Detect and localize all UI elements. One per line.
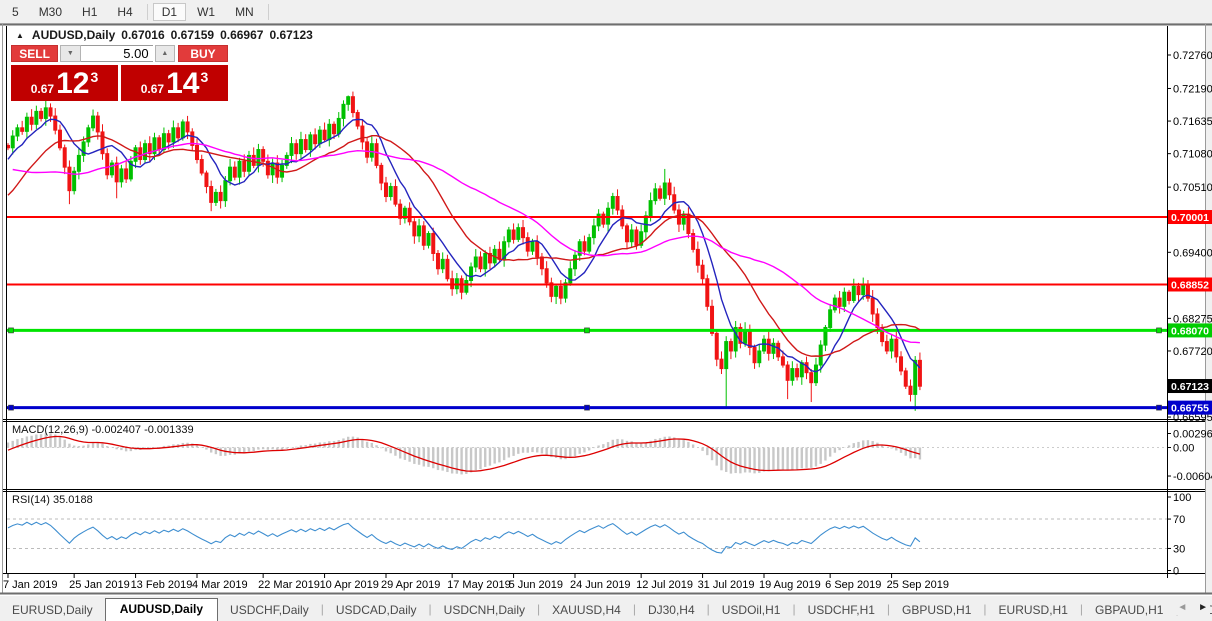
svg-text:0.70001: 0.70001 bbox=[1171, 212, 1209, 224]
tab-dj30-h4[interactable]: DJ30,H4 bbox=[636, 600, 707, 621]
svg-text:100: 100 bbox=[1173, 492, 1191, 504]
svg-text:19 Aug 2019: 19 Aug 2019 bbox=[759, 579, 821, 591]
macd-name: MACD(12,26,9) bbox=[12, 424, 88, 436]
rsi-label: RSI(14) 35.0188 bbox=[12, 494, 93, 506]
svg-text:7 Jan 2019: 7 Jan 2019 bbox=[3, 579, 57, 591]
sell-price-main: 12 bbox=[56, 69, 89, 99]
svg-text:0.68852: 0.68852 bbox=[1171, 279, 1209, 291]
ohlc-open: 0.67016 bbox=[121, 28, 164, 42]
tab-scroll-arrows: ◄ ► bbox=[1175, 600, 1210, 615]
sell-price-box[interactable]: 0.67 12 3 bbox=[11, 65, 118, 101]
svg-text:5 Jun 2019: 5 Jun 2019 bbox=[509, 579, 563, 591]
svg-text:0.67720: 0.67720 bbox=[1173, 346, 1212, 358]
svg-text:0.70510: 0.70510 bbox=[1173, 182, 1212, 194]
chart-symbol: AUDUSD,Daily bbox=[32, 28, 115, 42]
sell-button[interactable]: SELL bbox=[11, 45, 58, 62]
svg-text:25 Sep 2019: 25 Sep 2019 bbox=[887, 579, 949, 591]
tab-scroll-left-icon[interactable]: ◄ bbox=[1177, 602, 1187, 613]
chart-tab-bar: EURUSD,DailyAUDUSD,DailyUSDCHF,Daily|USD… bbox=[0, 596, 1212, 621]
rsi-value: 35.0188 bbox=[53, 494, 93, 506]
tab-scroll-right-icon[interactable]: ► bbox=[1198, 602, 1208, 613]
rsi-name: RSI(14) bbox=[12, 494, 50, 506]
svg-text:4 Mar 2019: 4 Mar 2019 bbox=[192, 579, 248, 591]
sell-price-pip: 3 bbox=[90, 69, 98, 85]
buy-price-main: 14 bbox=[166, 69, 199, 99]
svg-text:22 Mar 2019: 22 Mar 2019 bbox=[258, 579, 320, 591]
svg-text:31 Jul 2019: 31 Jul 2019 bbox=[698, 579, 755, 591]
svg-text:0.68070: 0.68070 bbox=[1171, 325, 1209, 337]
svg-text:30: 30 bbox=[1173, 543, 1185, 555]
svg-text:0.00: 0.00 bbox=[1173, 443, 1194, 455]
tab-gbpusd-h1[interactable]: GBPUSD,H1 bbox=[890, 600, 983, 621]
tab-eurusd-daily[interactable]: EURUSD,Daily bbox=[0, 600, 105, 621]
svg-text:6 Sep 2019: 6 Sep 2019 bbox=[825, 579, 881, 591]
tab-usdcnh-daily[interactable]: USDCNH,Daily bbox=[432, 600, 537, 621]
ohlc-low: 0.66967 bbox=[220, 28, 263, 42]
buy-price-prefix: 0.67 bbox=[141, 82, 164, 96]
sell-price-prefix: 0.67 bbox=[31, 82, 54, 96]
svg-text:12 Jul 2019: 12 Jul 2019 bbox=[636, 579, 693, 591]
ohlc-close: 0.67123 bbox=[269, 28, 312, 42]
tab-usdchf-h1[interactable]: USDCHF,H1 bbox=[796, 600, 887, 621]
volume-up-button[interactable]: ▲ bbox=[155, 45, 175, 62]
svg-text:10 Apr 2019: 10 Apr 2019 bbox=[320, 579, 379, 591]
tab-usdoil-h1[interactable]: USDOil,H1 bbox=[710, 600, 793, 621]
collapse-triangle-icon[interactable]: ▲ bbox=[16, 31, 24, 40]
volume-down-button[interactable]: ▼ bbox=[60, 45, 80, 62]
volume-input[interactable] bbox=[81, 45, 153, 62]
svg-text:0.72190: 0.72190 bbox=[1173, 83, 1212, 95]
svg-text:29 Apr 2019: 29 Apr 2019 bbox=[381, 579, 440, 591]
buy-price-box[interactable]: 0.67 14 3 bbox=[121, 65, 228, 101]
macd-values: -0.002407 -0.001339 bbox=[91, 424, 193, 436]
tab-gbpaud-h1[interactable]: GBPAUD,H1 bbox=[1083, 600, 1175, 621]
tab-usdcad-daily[interactable]: USDCAD,Daily bbox=[324, 600, 429, 621]
buy-price-pip: 3 bbox=[200, 69, 208, 85]
svg-text:25 Jan 2019: 25 Jan 2019 bbox=[69, 579, 130, 591]
svg-text:70: 70 bbox=[1173, 514, 1185, 526]
svg-text:0.66755: 0.66755 bbox=[1171, 403, 1209, 415]
macd-label: MACD(12,26,9) -0.002407 -0.001339 bbox=[12, 424, 194, 436]
svg-text:24 Jun 2019: 24 Jun 2019 bbox=[570, 579, 631, 591]
chart-title: ▲ AUDUSD,Daily 0.67016 0.67159 0.66967 0… bbox=[16, 28, 313, 42]
svg-text:0.71080: 0.71080 bbox=[1173, 149, 1212, 161]
svg-text:0.002968: 0.002968 bbox=[1173, 428, 1212, 440]
svg-text:0.67123: 0.67123 bbox=[1171, 381, 1209, 393]
svg-text:-0.006047: -0.006047 bbox=[1173, 471, 1212, 483]
one-click-trade-panel: SELL ▼ ▲ BUY 0.67 12 3 0.67 14 3 bbox=[11, 45, 228, 101]
buy-button[interactable]: BUY bbox=[178, 45, 228, 62]
tab-audusd-daily[interactable]: AUDUSD,Daily bbox=[105, 598, 218, 621]
tab-eurusd-h1[interactable]: EURUSD,H1 bbox=[987, 600, 1080, 621]
svg-text:0: 0 bbox=[1173, 566, 1179, 578]
tab-xauusd-h4[interactable]: XAUUSD,H4 bbox=[540, 600, 633, 621]
mt4-window: { "toolbar": {"items": ["5", "M30", "H1"… bbox=[0, 0, 1212, 621]
arrow-up-icon: ▲ bbox=[161, 50, 168, 57]
svg-text:0.72760: 0.72760 bbox=[1173, 50, 1212, 62]
svg-text:0.69400: 0.69400 bbox=[1173, 247, 1212, 259]
tab-usdchf-daily[interactable]: USDCHF,Daily bbox=[218, 600, 321, 621]
arrow-down-icon: ▼ bbox=[67, 50, 74, 57]
svg-text:17 May 2019: 17 May 2019 bbox=[447, 579, 511, 591]
svg-text:13 Feb 2019: 13 Feb 2019 bbox=[131, 579, 193, 591]
svg-text:0.71635: 0.71635 bbox=[1173, 116, 1212, 128]
ohlc-high: 0.67159 bbox=[171, 28, 214, 42]
